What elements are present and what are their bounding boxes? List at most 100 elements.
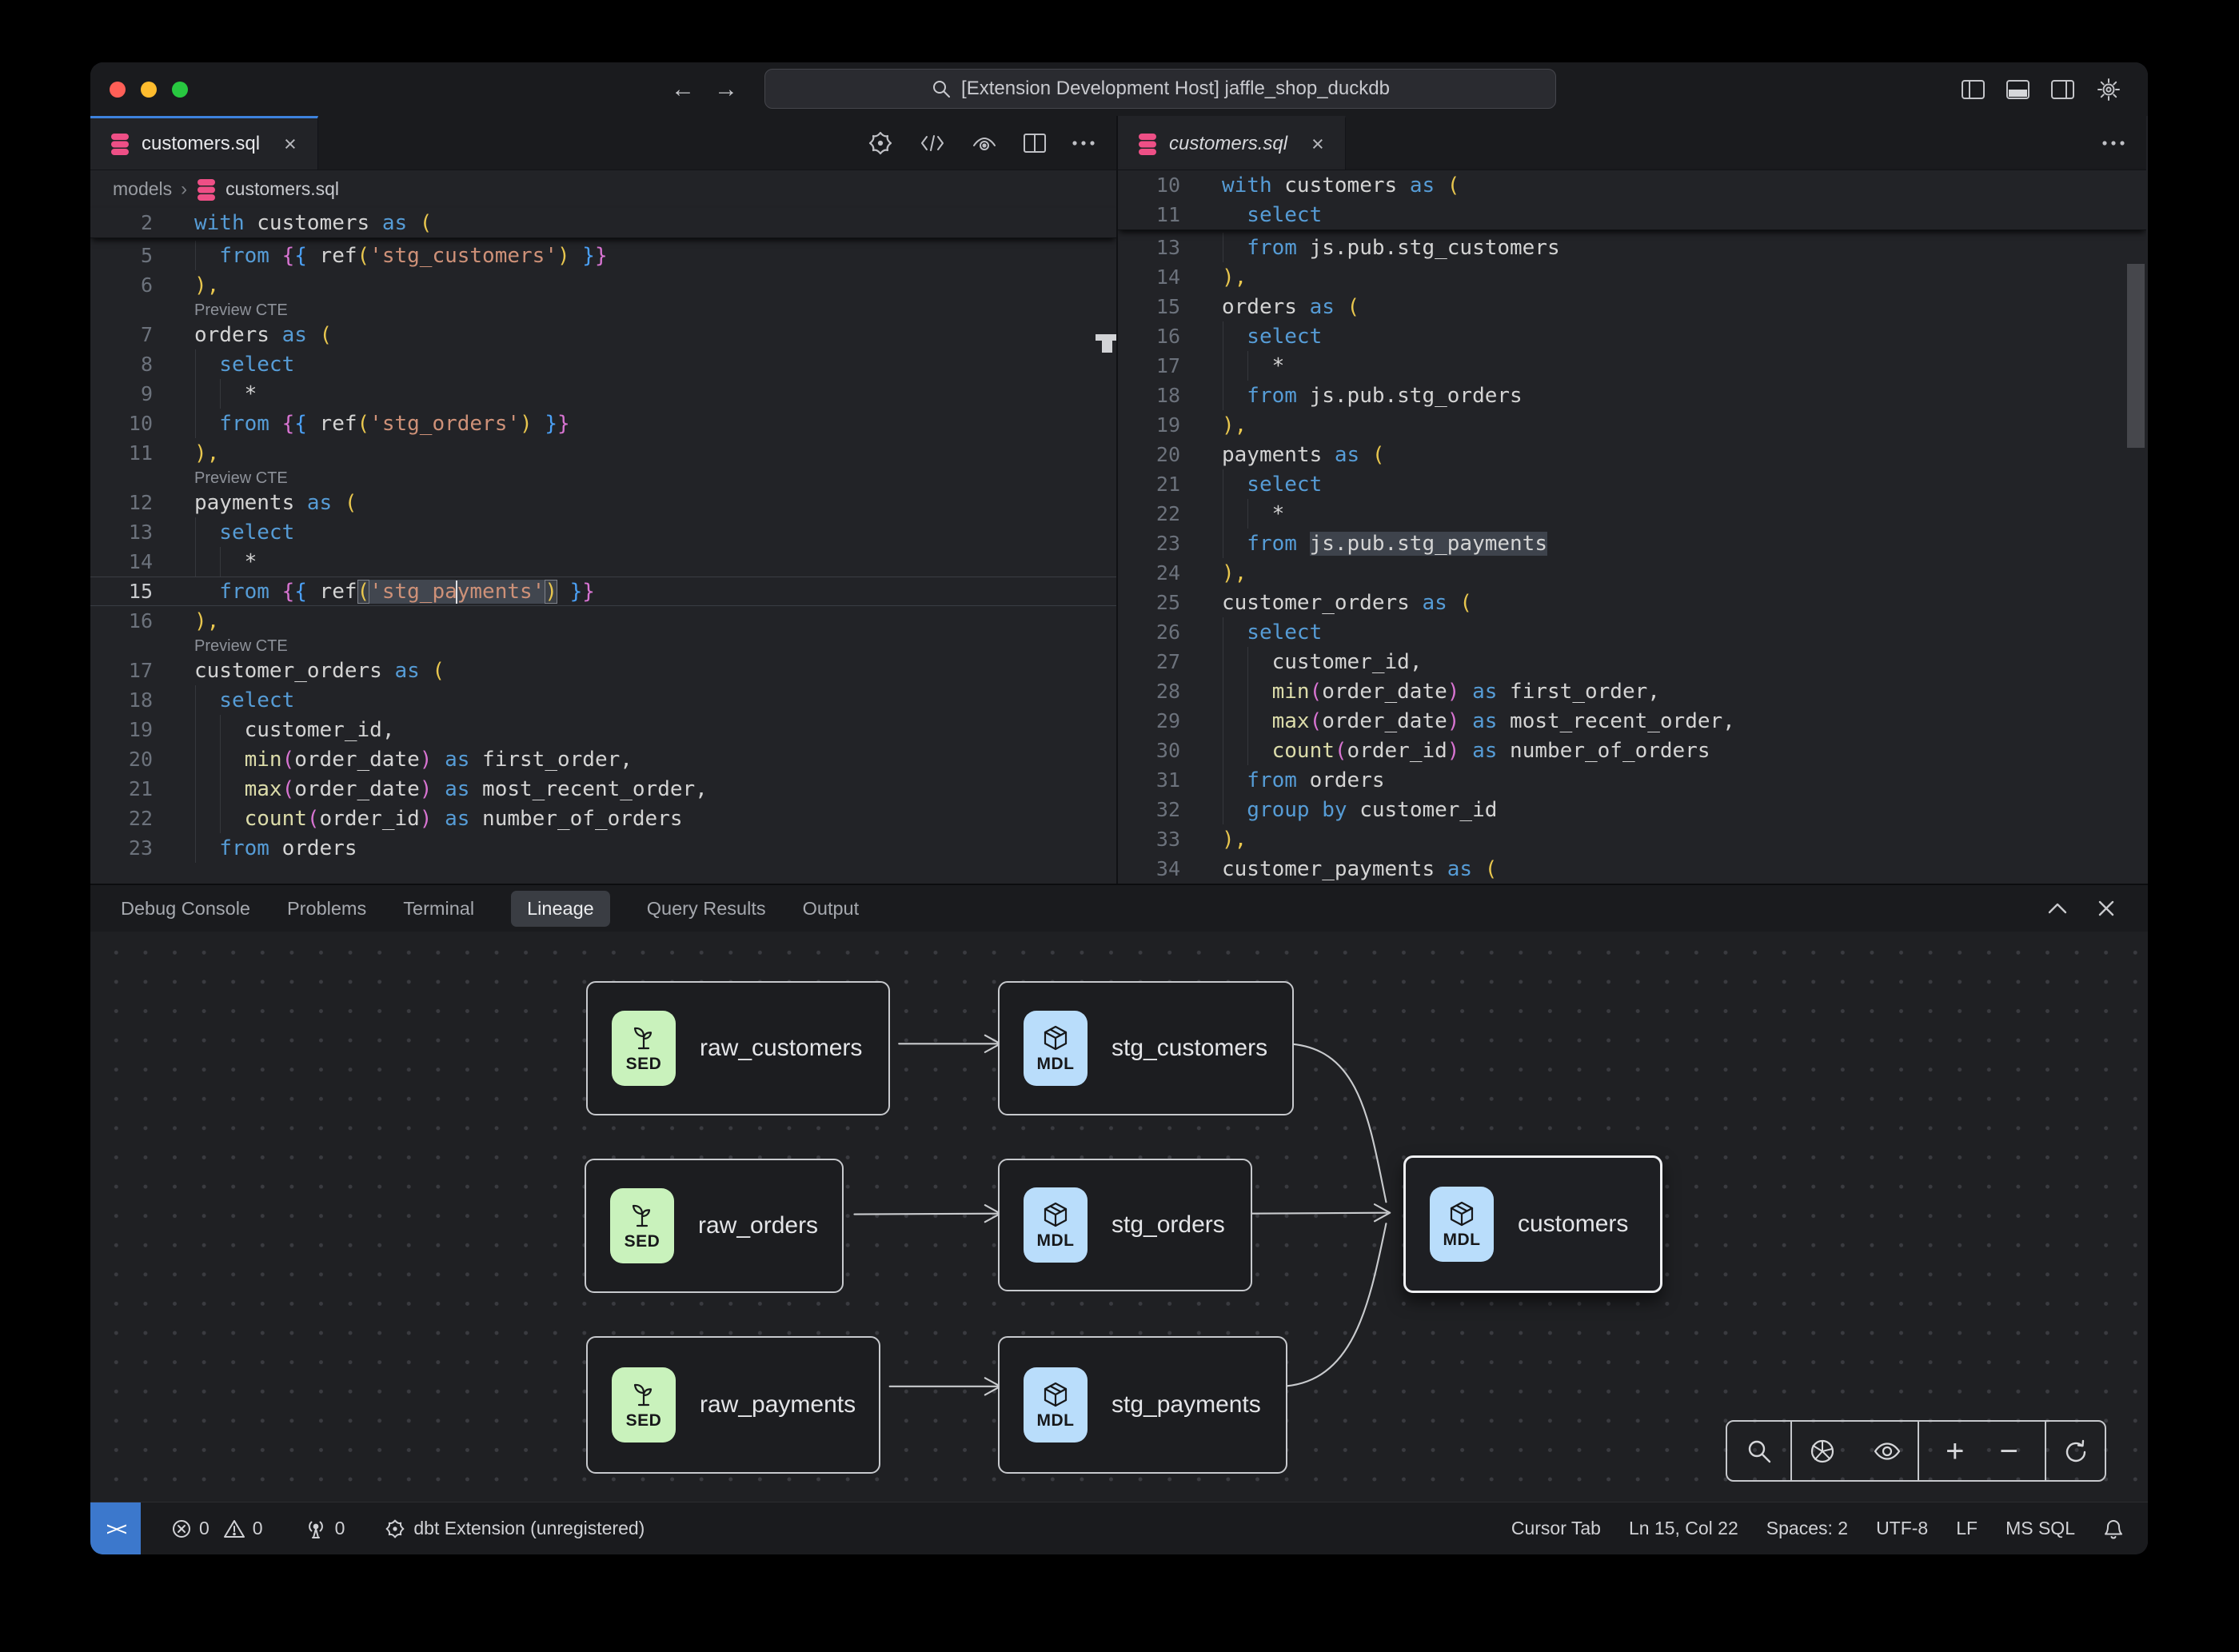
sticky-scroll[interactable]: 2with customers as (: [90, 208, 1116, 238]
code-line[interactable]: 24),: [1118, 558, 2146, 588]
code-line[interactable]: 14 *: [90, 547, 1116, 577]
minimize-window-button[interactable]: [141, 82, 157, 98]
code-line[interactable]: 12payments as (: [90, 488, 1116, 517]
code-line-current[interactable]: 15 from {{ ref('stg_payments') }}: [90, 577, 1116, 606]
zoom-window-button[interactable]: [172, 82, 188, 98]
code-line[interactable]: 14),: [1118, 262, 2146, 292]
code-line[interactable]: 23 from orders: [90, 833, 1116, 863]
lineage-canvas[interactable]: SEDraw_customersMDLstg_customersSEDraw_o…: [90, 932, 2148, 1502]
code-line[interactable]: 20 min(order_date) as first_order,: [90, 744, 1116, 774]
code-line[interactable]: 16),: [90, 606, 1116, 636]
codelens-preview-cte[interactable]: Preview CTE: [90, 300, 1116, 320]
codelens-preview-cte[interactable]: Preview CTE: [90, 636, 1116, 656]
lineage-node-stg_payments[interactable]: MDLstg_payments: [998, 1336, 1287, 1474]
code-line[interactable]: 10with customers as (: [1118, 170, 2146, 200]
code-line[interactable]: 30 count(order_id) as number_of_orders: [1118, 736, 2146, 765]
codelens-preview-cte[interactable]: Preview CTE: [90, 468, 1116, 488]
code-editor-jinja-sql[interactable]: 2with customers as ( 5 from {{ ref('stg_c…: [90, 208, 1116, 863]
status-item-cursor-tab[interactable]: Cursor Tab: [1511, 1518, 1601, 1539]
lineage-node-raw_payments[interactable]: SEDraw_payments: [586, 1336, 880, 1474]
code-line[interactable]: 19),: [1118, 410, 2146, 440]
toggle-sidebar-right-icon[interactable]: [2051, 80, 2074, 99]
more-actions-icon[interactable]: [1072, 140, 1096, 146]
zoom-out-icon[interactable]: −: [2000, 1435, 2018, 1467]
lineage-node-stg_orders[interactable]: MDLstg_orders: [998, 1159, 1252, 1291]
code-line[interactable]: 17 *: [1118, 351, 2146, 381]
dbt-icon[interactable]: [867, 130, 894, 157]
tab-close-icon[interactable]: ×: [1311, 132, 1324, 157]
code-line[interactable]: 22 count(order_id) as number_of_orders: [90, 804, 1116, 833]
code-line[interactable]: 5 from {{ ref('stg_customers') }}: [90, 241, 1116, 270]
tab-customers-sql[interactable]: customers.sql ×: [90, 116, 318, 170]
lineage-node-raw_customers[interactable]: SEDraw_customers: [586, 981, 890, 1115]
code-line[interactable]: 6),: [90, 270, 1116, 300]
zoom-in-icon[interactable]: +: [1946, 1435, 1964, 1467]
breadcrumb-file[interactable]: customers.sql: [225, 178, 339, 200]
panel-tab-lineage[interactable]: Lineage: [511, 891, 610, 927]
code-line[interactable]: 18 from js.pub.stg_orders: [1118, 381, 2146, 410]
code-line[interactable]: 31 from orders: [1118, 765, 2146, 795]
toggle-panel-icon[interactable]: [2006, 80, 2029, 99]
ports-status[interactable]: 0: [304, 1518, 345, 1540]
eye-icon[interactable]: [1872, 1440, 1902, 1462]
code-line[interactable]: 18 select: [90, 685, 1116, 715]
history-back-button[interactable]: ←: [671, 76, 695, 103]
status-item-spaces-2[interactable]: Spaces: 2: [1766, 1518, 1848, 1539]
code-line[interactable]: 21 max(order_date) as most_recent_order,: [90, 774, 1116, 804]
code-line[interactable]: 29 max(order_date) as most_recent_order,: [1118, 706, 2146, 736]
code-line[interactable]: 2with customers as (: [90, 208, 1116, 237]
code-line[interactable]: 8 select: [90, 349, 1116, 379]
code-line[interactable]: 11 select: [1118, 200, 2146, 229]
chevron-up-icon[interactable]: [2047, 902, 2068, 915]
panel-tab-debug-console[interactable]: Debug Console: [121, 898, 250, 920]
open-preview-icon[interactable]: [971, 133, 998, 154]
status-item-ms-sql[interactable]: MS SQL: [2006, 1518, 2075, 1539]
code-line[interactable]: 17customer_orders as (: [90, 656, 1116, 685]
code-line[interactable]: 10 from {{ ref('stg_orders') }}: [90, 409, 1116, 438]
breadcrumb[interactable]: models › customers.sql: [90, 170, 1116, 208]
history-forward-button[interactable]: →: [714, 76, 738, 103]
code-line[interactable]: 28 min(order_date) as first_order,: [1118, 676, 2146, 706]
code-line[interactable]: 11),: [90, 438, 1116, 468]
code-line[interactable]: 7orders as (: [90, 320, 1116, 349]
code-line[interactable]: 13 from js.pub.stg_customers: [1118, 233, 2146, 262]
lineage-node-customers[interactable]: MDLcustomers: [1403, 1155, 1662, 1293]
code-line[interactable]: 23 from js.pub.stg_payments: [1118, 529, 2146, 558]
code-line[interactable]: 13 select: [90, 517, 1116, 547]
status-item-ln-15-col-22[interactable]: Ln 15, Col 22: [1629, 1518, 1738, 1539]
split-editor-icon[interactable]: [1023, 133, 1047, 154]
dbt-extension-status[interactable]: dbt Extension (unregistered): [384, 1518, 645, 1540]
code-line[interactable]: 20payments as (: [1118, 440, 2146, 469]
breadcrumb-folder[interactable]: models: [113, 178, 172, 200]
code-line[interactable]: 21 select: [1118, 469, 2146, 499]
command-center-search[interactable]: [Extension Development Host] jaffle_shop…: [764, 69, 1556, 109]
code-line[interactable]: 32 group by customer_id: [1118, 795, 2146, 824]
code-line[interactable]: 26 select: [1118, 617, 2146, 647]
code-editor-compiled-sql[interactable]: 10with customers as (11 select 13 from js…: [1118, 170, 2146, 884]
scrollbar-thumb[interactable]: [2127, 264, 2145, 448]
code-line[interactable]: 27 customer_id,: [1118, 647, 2146, 676]
code-line[interactable]: 34customer_payments as (: [1118, 854, 2146, 884]
aperture-icon[interactable]: [1808, 1437, 1837, 1466]
code-line[interactable]: 33),: [1118, 824, 2146, 854]
code-line[interactable]: 22 *: [1118, 499, 2146, 529]
sticky-scroll[interactable]: 10with customers as (11 select: [1118, 170, 2146, 230]
panel-tab-query-results[interactable]: Query Results: [647, 898, 766, 920]
panel-tab-terminal[interactable]: Terminal: [403, 898, 474, 920]
code-line[interactable]: 15orders as (: [1118, 292, 2146, 321]
code-line[interactable]: 25customer_orders as (: [1118, 588, 2146, 617]
problems-status[interactable]: 0 0: [171, 1518, 263, 1539]
tab-customers-sql-preview[interactable]: customers.sql ×: [1118, 116, 1346, 170]
code-line[interactable]: 9 *: [90, 379, 1116, 409]
search-icon[interactable]: [1746, 1438, 1773, 1465]
close-window-button[interactable]: [110, 82, 126, 98]
bell-icon[interactable]: [2103, 1518, 2124, 1540]
remote-indicator[interactable]: ><: [90, 1502, 141, 1554]
status-item-utf-8[interactable]: UTF-8: [1876, 1518, 1928, 1539]
lineage-node-stg_customers[interactable]: MDLstg_customers: [998, 981, 1294, 1115]
panel-tab-problems[interactable]: Problems: [287, 898, 366, 920]
code-line[interactable]: 16 select: [1118, 321, 2146, 351]
status-item-lf[interactable]: LF: [1956, 1518, 1978, 1539]
refresh-icon[interactable]: [2062, 1438, 2089, 1465]
settings-gear-icon[interactable]: [2096, 77, 2121, 102]
